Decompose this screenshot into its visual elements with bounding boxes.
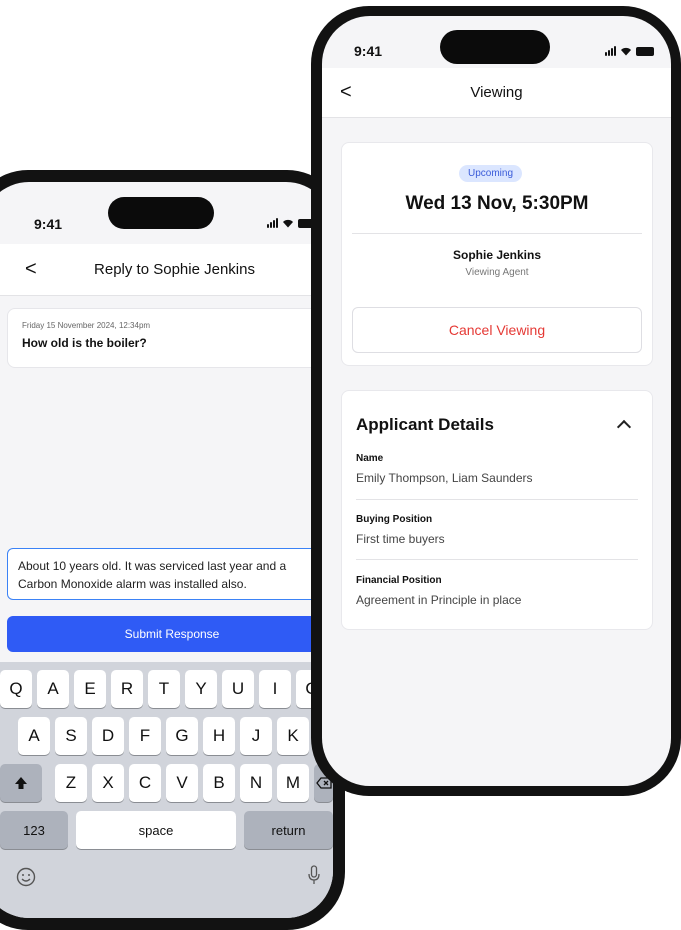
key[interactable]: A <box>18 717 50 755</box>
key[interactable]: B <box>203 764 235 802</box>
agent-name: Sophie Jenkins <box>452 248 542 262</box>
key[interactable]: D <box>92 717 124 755</box>
key[interactable]: H <box>203 717 235 755</box>
key[interactable]: A <box>37 670 69 708</box>
reply-screen: 9:41 < Reply to Sophie Jenkins Friday 15… <box>0 182 333 918</box>
key[interactable]: Y <box>185 670 217 708</box>
key[interactable]: J <box>240 717 272 755</box>
key[interactable]: Q <box>0 670 32 708</box>
emoji-icon[interactable] <box>16 867 36 887</box>
key[interactable]: I <box>259 670 291 708</box>
key[interactable]: K <box>277 717 309 755</box>
reply-line-1: About 10 years old. It was serviced last… <box>18 559 287 573</box>
signal-icon <box>605 46 616 56</box>
message-card: Friday 15 November 2024, 12:34pm How old… <box>7 308 333 368</box>
divider <box>356 499 638 500</box>
numbers-key[interactable]: 123 <box>0 811 68 849</box>
status-time: 9:41 <box>354 43 383 59</box>
key[interactable]: Z <box>55 764 87 802</box>
key[interactable]: V <box>166 764 198 802</box>
dynamic-island <box>108 197 214 229</box>
key[interactable]: G <box>166 717 198 755</box>
status-badge: Upcoming <box>459 165 523 182</box>
reply-input[interactable]: About 10 years old. It was serviced last… <box>7 548 333 600</box>
key[interactable]: F <box>129 717 161 755</box>
return-key[interactable]: return <box>244 811 333 849</box>
status-icons <box>267 218 316 228</box>
message-date: Friday 15 November 2024, 12:34pm <box>22 321 151 330</box>
viewing-screen: 9:41 < Viewing Upcoming Wed 13 Nov, 5:30… <box>322 16 671 786</box>
section-title: Applicant Details <box>356 415 494 434</box>
field-value-financial-position: Agreement in Principle in place <box>356 593 522 607</box>
signal-icon <box>267 218 278 228</box>
status-time: 9:41 <box>34 216 63 232</box>
key[interactable]: M <box>277 764 309 802</box>
dynamic-island <box>440 30 550 64</box>
page-title: Reply to Sophie Jenkins <box>94 261 255 278</box>
page-title: Viewing <box>470 84 523 101</box>
field-label-buying-position: Buying Position <box>356 514 433 525</box>
field-label-financial-position: Financial Position <box>356 575 442 586</box>
shift-key[interactable] <box>0 764 42 802</box>
message-text: How old is the boiler? <box>22 336 147 350</box>
field-label-name: Name <box>356 453 384 464</box>
applicant-details-card: Applicant Details Name Emily Thompson, L… <box>341 390 653 630</box>
submit-response-button[interactable]: Submit Response <box>7 616 333 652</box>
viewing-navbar: < Viewing <box>322 68 671 118</box>
field-value-name: Emily Thompson, Liam Saunders <box>356 471 533 485</box>
viewing-phone: 9:41 < Viewing Upcoming Wed 13 Nov, 5:30… <box>311 6 681 796</box>
viewing-card: Upcoming Wed 13 Nov, 5:30PM Sophie Jenki… <box>341 142 653 366</box>
chevron-up-icon[interactable] <box>616 419 632 435</box>
key[interactable]: S <box>55 717 87 755</box>
key[interactable]: U <box>222 670 254 708</box>
reply-phone: 9:41 < Reply to Sophie Jenkins Friday 15… <box>0 170 345 930</box>
back-icon[interactable]: < <box>340 81 352 104</box>
reply-line-2: Carbon Monoxide alarm was installed also… <box>18 577 247 591</box>
key[interactable]: C <box>129 764 161 802</box>
divider <box>352 233 642 234</box>
key[interactable]: T <box>148 670 180 708</box>
microphone-icon[interactable] <box>307 865 321 885</box>
key[interactable]: X <box>92 764 124 802</box>
reply-navbar: < Reply to Sophie Jenkins <box>0 244 333 296</box>
battery-icon <box>636 46 654 56</box>
shift-icon <box>15 777 27 789</box>
agent-role: Viewing Agent <box>465 267 529 278</box>
key[interactable]: R <box>111 670 143 708</box>
field-value-buying-position: First time buyers <box>356 532 445 546</box>
status-icons <box>605 46 654 56</box>
key[interactable]: N <box>240 764 272 802</box>
key[interactable]: E <box>74 670 106 708</box>
viewing-datetime: Wed 13 Nov, 5:30PM <box>405 193 589 214</box>
space-key[interactable]: space <box>76 811 236 849</box>
back-icon[interactable]: < <box>25 258 37 281</box>
cancel-viewing-button[interactable]: Cancel Viewing <box>352 307 642 353</box>
wifi-icon <box>621 47 631 56</box>
wifi-icon <box>283 219 293 228</box>
divider <box>356 559 638 560</box>
keyboard: Q A E R T Y U I O A S D F G H J K L Z X … <box>0 662 333 918</box>
